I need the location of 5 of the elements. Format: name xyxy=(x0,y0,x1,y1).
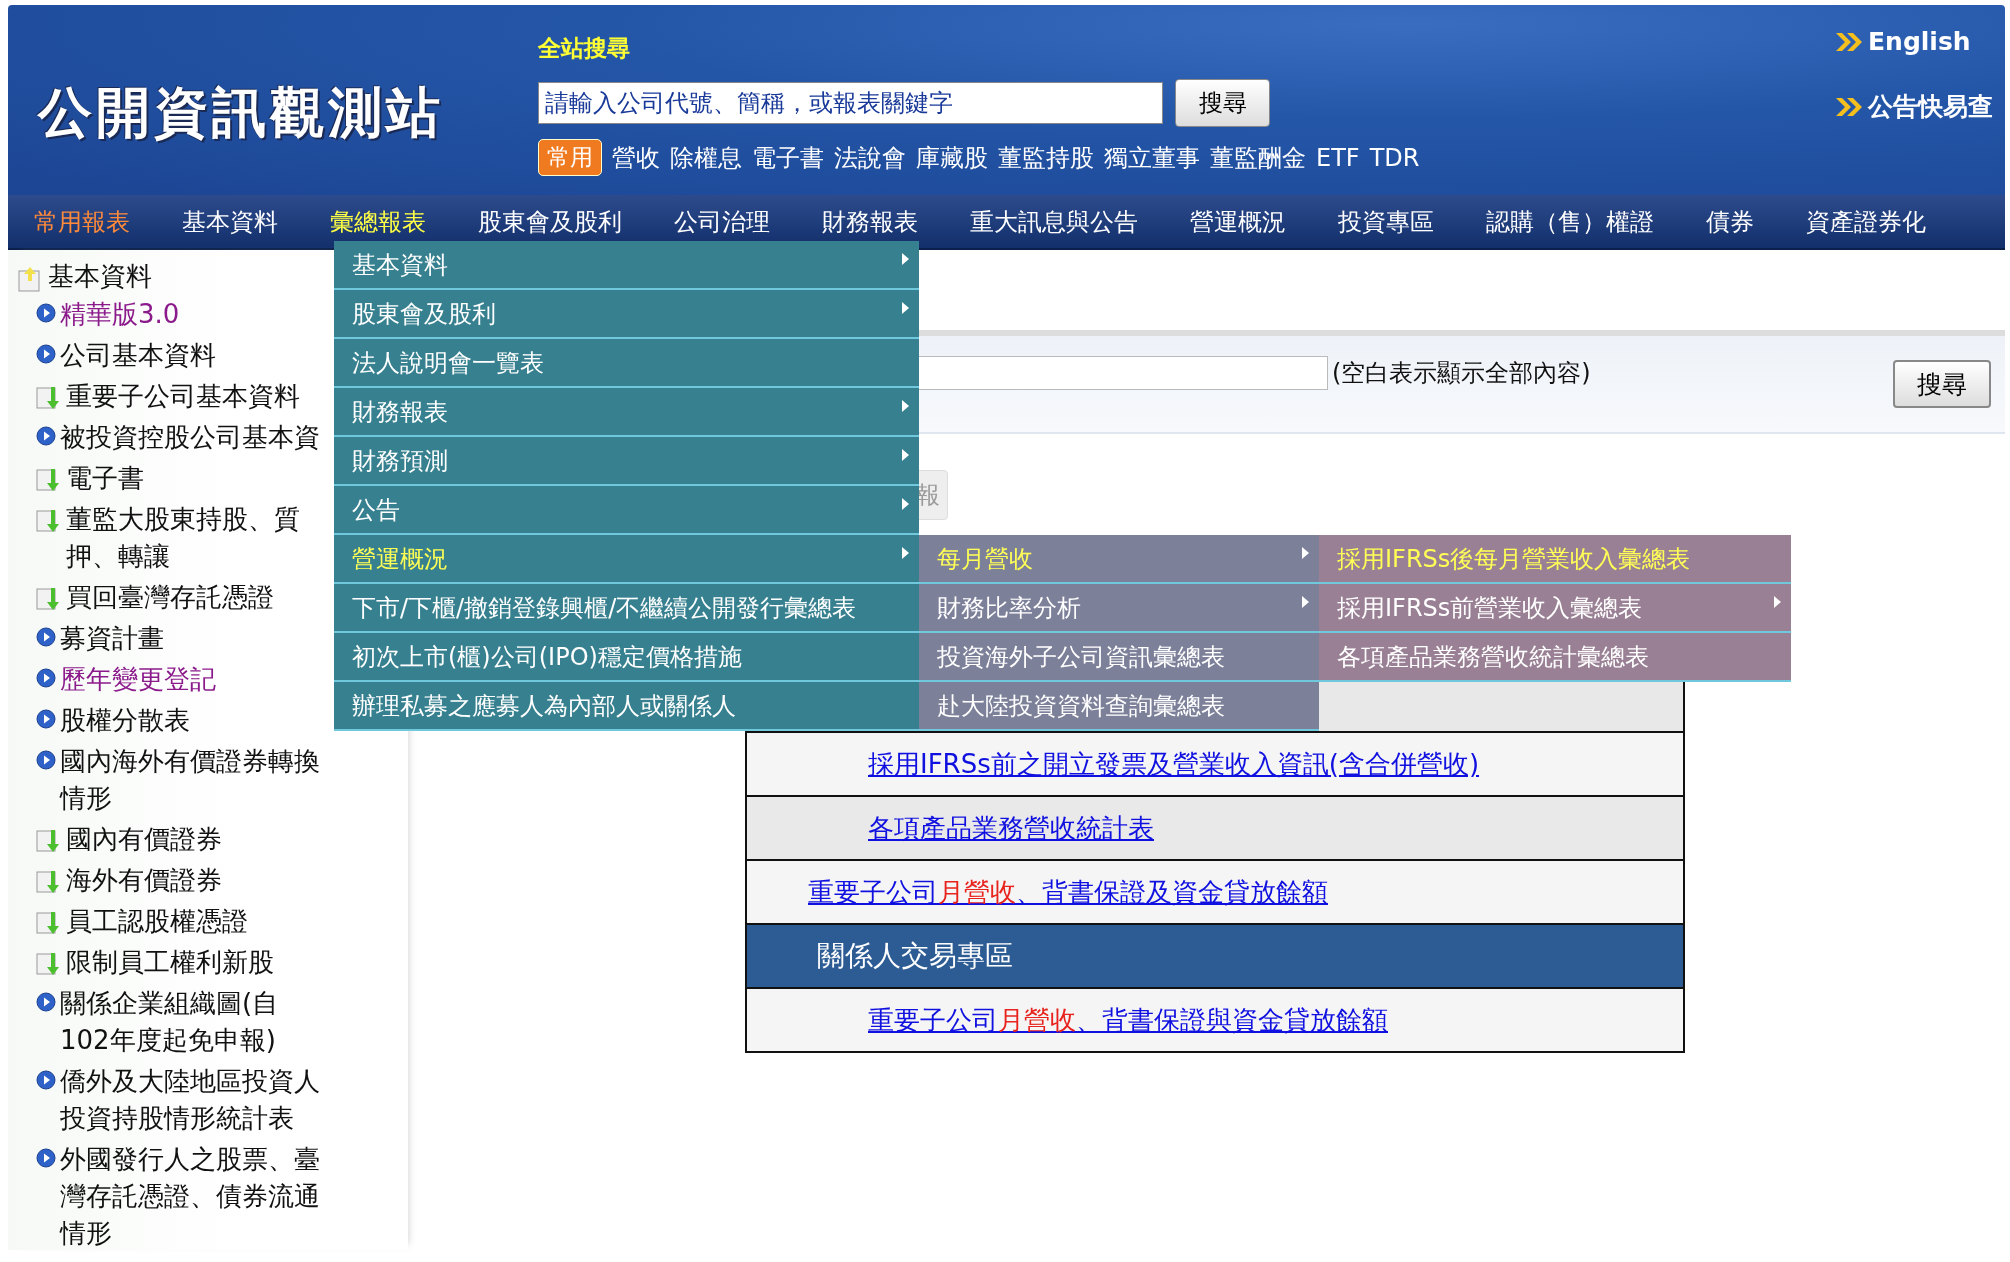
search-title: 全站搜尋 xyxy=(538,34,631,63)
filter-hint: (空白表示顯示全部內容) xyxy=(1332,358,1591,389)
common-badge: 常用 xyxy=(538,139,602,176)
site-logo: 公開資訊觀測站 xyxy=(36,79,445,146)
table-section-header: 關係人交易專區 xyxy=(747,923,1683,987)
